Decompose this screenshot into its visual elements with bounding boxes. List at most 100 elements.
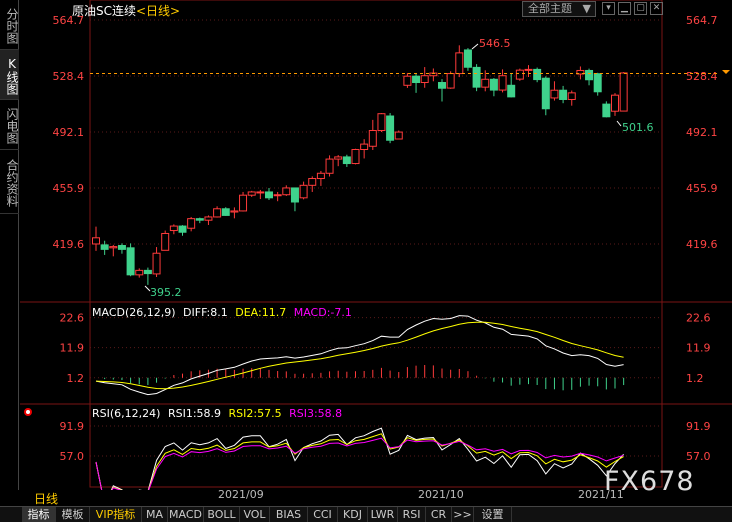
candle-body [109,246,118,249]
candle-body [377,113,386,132]
candle-body [282,187,291,196]
macd-legend: MACD(26,12,9) DIFF:8.1 DEA:11.7 MACD:-7.… [92,306,352,319]
candle-body [161,232,170,251]
candle-body [438,82,446,89]
rsi-axis-label-left: 57.0 [60,450,85,463]
rsi3-value: RSI3:58.8 [289,407,343,420]
macd-axis-label-left: 1.2 [67,372,85,385]
tab-flash-chart[interactable]: 闪电图 [0,100,19,150]
theme-select-label: 全部主题 [528,2,572,15]
candle-body [273,194,282,197]
candle-body [247,191,256,196]
indicator-dot-icon[interactable] [24,408,32,416]
candle-body [230,210,239,213]
candle-body [135,269,144,276]
tab-contract-info[interactable]: 合约资料 [0,150,19,214]
theme-select[interactable]: 全部主题 ▼ [522,1,596,17]
candle-body [412,75,421,84]
bottom-tab[interactable]: 设置 [474,507,512,522]
macd-axis-label-right: 22.6 [686,312,711,325]
bottom-tab[interactable]: 指标 [22,507,56,522]
tab-timeshare[interactable]: 分时图 [0,0,19,50]
chevron-down-icon: ▼ [582,2,591,15]
candle-body [290,187,299,203]
bottom-tab[interactable]: CCI [308,507,338,522]
bottom-tab[interactable]: BIAS [270,507,308,522]
candle-body [117,245,126,250]
candle-body [386,115,395,141]
candle-body [368,130,377,147]
candle-body [308,178,317,186]
candle-body [256,191,265,194]
bottom-tab[interactable]: MACD [168,507,204,522]
period-link[interactable]: <日线> [136,4,180,18]
candle-body [213,208,222,218]
candle-body [126,247,135,276]
price-axis-label-left: 528.4 [53,70,85,83]
bottom-tab[interactable]: VOL [240,507,270,522]
candle-body [204,216,213,221]
candle-body [507,84,516,98]
candle-body [152,252,161,275]
bottom-tab[interactable]: RSI [398,507,426,522]
bottom-tab[interactable]: 模板 [56,507,90,522]
price-axis-label-right: 564.7 [686,14,718,27]
bottom-tab[interactable]: BOLL [204,507,240,522]
tab-kline[interactable]: K线图 [0,50,19,100]
candle-body [463,49,472,68]
price-axis-label-left: 419.6 [53,238,85,251]
candle-body [325,158,334,174]
macd-axis-label-left: 22.6 [60,312,85,325]
candle-body [360,143,369,151]
candle-body [221,208,230,216]
bottom-tab[interactable]: KDJ [338,507,368,522]
bottom-tab[interactable]: MA [142,507,168,522]
macd-label: MACD(26,12,9) [92,306,176,319]
candle-body [567,92,576,100]
candle-body [394,131,403,140]
price-axis-label-right: 492.1 [686,126,718,139]
macd-dea: DEA:11.7 [235,306,287,319]
x-label-sep: 2021/09 [218,488,264,501]
settings-icon[interactable]: ▾ [602,2,615,15]
macd-value: MACD:-7.1 [293,306,352,319]
bottom-tab[interactable]: CR [426,507,452,522]
close-icon[interactable]: ✕ [650,2,663,15]
bottom-tab[interactable]: >> [452,507,474,522]
rsi2-value: RSI2:57.5 [228,407,282,420]
macd-axis-label-left: 11.9 [60,342,85,355]
candle-body [533,68,542,81]
macd-axis-label-right: 1.2 [686,372,704,385]
minimize-icon[interactable]: ▁ [618,2,631,15]
rsi-legend: RSI(6,12,24) RSI1:58.9 RSI2:57.5 RSI3:58… [92,407,342,420]
candle-body [585,69,594,81]
annotation-pointer [616,120,622,127]
candle-body [420,75,429,84]
macd-diff-line [95,315,624,396]
bottom-tab[interactable]: VIP指标 [90,507,142,522]
price-axis-label-left: 492.1 [53,126,85,139]
restore-icon[interactable]: ▢ [634,2,647,15]
candle-body [169,225,178,232]
candle-body [515,69,524,80]
last-price-marker-icon [722,69,730,74]
macd-dea-line [95,321,624,390]
candle-body [498,75,507,91]
recent-low-annotation: 501.6 [622,121,654,134]
candle-body [541,77,550,110]
annotation-pointer [471,43,479,50]
rsi2-line [95,433,624,490]
x-label-oct: 2021/10 [418,488,464,501]
candle-body [611,94,619,112]
macd-diff: DIFF:8.1 [183,306,228,319]
candle-body [489,78,498,91]
candle-body [342,156,351,165]
rsi-axis-label-left: 91.9 [60,420,85,433]
bottom-tab[interactable]: LWR [368,507,398,522]
price-axis-label-right: 528.4 [686,70,718,83]
price-axis-label-right: 419.6 [686,238,718,251]
macd-axis-label-right: 11.9 [686,342,711,355]
low-price-annotation: 395.2 [150,286,182,299]
candle-body [143,269,152,275]
candle-body [334,156,343,160]
